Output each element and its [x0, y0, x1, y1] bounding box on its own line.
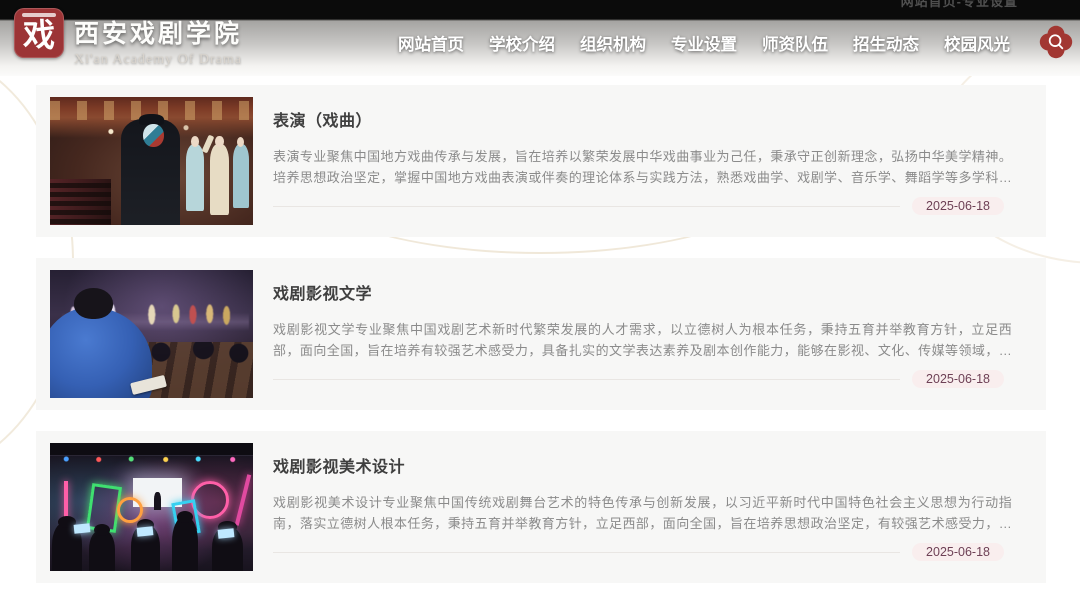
program-title[interactable]: 表演（戏曲） [273, 107, 1012, 131]
nav-item-majors[interactable]: 专业设置 [671, 31, 737, 55]
program-photo-literature[interactable] [50, 270, 253, 398]
photo-art-layer [74, 288, 113, 319]
nav-item-faculty[interactable]: 师资队伍 [762, 31, 828, 55]
photo-art-layer [172, 517, 198, 571]
photo-art-layer [233, 144, 249, 208]
program-description: 戏剧影视美术设计专业聚焦中国传统戏剧舞台艺术的特色传承与创新发展，以习近平新时代… [273, 492, 1012, 534]
card-footer: 2025-06-18 [273, 370, 1012, 388]
photo-art-layer [210, 144, 228, 214]
date-badge: 2025-06-18 [912, 197, 1004, 215]
school-logo-icon[interactable]: 戏 [14, 8, 64, 58]
main-nav: 网站首页 学校介绍 组织机构 专业设置 师资队伍 招生动态 校园风光 [398, 31, 1010, 55]
divider-line [273, 379, 900, 380]
site-header: 网站首页-专业设置 戏 西安戏剧学院 Xi'an Academy Of Dram… [0, 0, 1080, 76]
program-card-body: 表演（戏曲） 表演专业聚焦中国地方戏曲传承与发展，旨在培养以繁荣发展中华戏曲事业… [273, 94, 1012, 228]
nav-item-home[interactable]: 网站首页 [398, 31, 464, 55]
program-list: 表演（戏曲） 表演专业聚焦中国地方戏曲传承与发展，旨在培养以繁荣发展中华戏曲事业… [36, 85, 1046, 604]
photo-art-layer [89, 530, 115, 571]
program-card-body: 戏剧影视文学 戏剧影视文学专业聚焦中国戏剧艺术新时代繁荣发展的人才需求，以立德树… [273, 267, 1012, 401]
breadcrumb: 网站首页-专业设置 [901, 0, 1018, 11]
brand: 西安戏剧学院 Xi'an Academy Of Drama [74, 14, 242, 68]
program-card-stage-art-design[interactable]: 戏剧影视美术设计 戏剧影视美术设计专业聚焦中国传统戏剧舞台艺术的特色传承与创新发… [36, 431, 1046, 583]
nav-item-organization[interactable]: 组织机构 [580, 31, 646, 55]
date-badge: 2025-06-18 [912, 370, 1004, 388]
photo-art-layer [218, 528, 235, 539]
photo-art-layer [74, 523, 91, 534]
program-description: 表演专业聚焦中国地方戏曲传承与发展，旨在培养以繁荣发展中华戏曲事业为己任，秉承守… [273, 146, 1012, 188]
program-title[interactable]: 戏剧影视美术设计 [273, 453, 1012, 477]
divider-line [273, 206, 900, 207]
photo-art-layer [50, 455, 253, 465]
photo-art-layer [135, 342, 253, 398]
photo-art-layer [50, 179, 111, 225]
card-footer: 2025-06-18 [273, 543, 1012, 561]
site-title: 西安戏剧学院 [74, 14, 242, 50]
card-footer: 2025-06-18 [273, 197, 1012, 215]
program-description: 戏剧影视文学专业聚焦中国戏剧艺术新时代繁荣发展的人才需求，以立德树人为根本任务，… [273, 319, 1012, 361]
program-title[interactable]: 戏剧影视文学 [273, 280, 1012, 304]
logo-seal-strip [22, 13, 56, 17]
program-photo-opera[interactable] [50, 97, 253, 225]
program-card-performance-opera[interactable]: 表演（戏曲） 表演专业聚焦中国地方戏曲传承与发展，旨在培养以繁荣发展中华戏曲事业… [36, 85, 1046, 237]
program-card-body: 戏剧影视美术设计 戏剧影视美术设计专业聚焦中国传统戏剧舞台艺术的特色传承与创新发… [273, 440, 1012, 574]
nav-item-campus[interactable]: 校园风光 [944, 31, 1010, 55]
photo-art-layer [186, 144, 204, 211]
search-button[interactable] [1038, 24, 1074, 60]
logo-glyph: 戏 [23, 19, 55, 51]
photo-art-layer [154, 492, 161, 510]
search-icon [1038, 24, 1074, 60]
site-subtitle: Xi'an Academy Of Drama [74, 52, 242, 68]
program-card-drama-film-literature[interactable]: 戏剧影视文学 戏剧影视文学专业聚焦中国戏剧艺术新时代繁荣发展的人才需求，以立德树… [36, 258, 1046, 410]
date-badge: 2025-06-18 [912, 543, 1004, 561]
photo-art-layer [143, 124, 163, 147]
nav-item-school-intro[interactable]: 学校介绍 [489, 31, 555, 55]
program-photo-stage-design[interactable] [50, 443, 253, 571]
divider-line [273, 552, 900, 553]
nav-item-admissions[interactable]: 招生动态 [853, 31, 919, 55]
photo-art-layer [235, 474, 251, 525]
photo-art-layer [117, 497, 143, 523]
